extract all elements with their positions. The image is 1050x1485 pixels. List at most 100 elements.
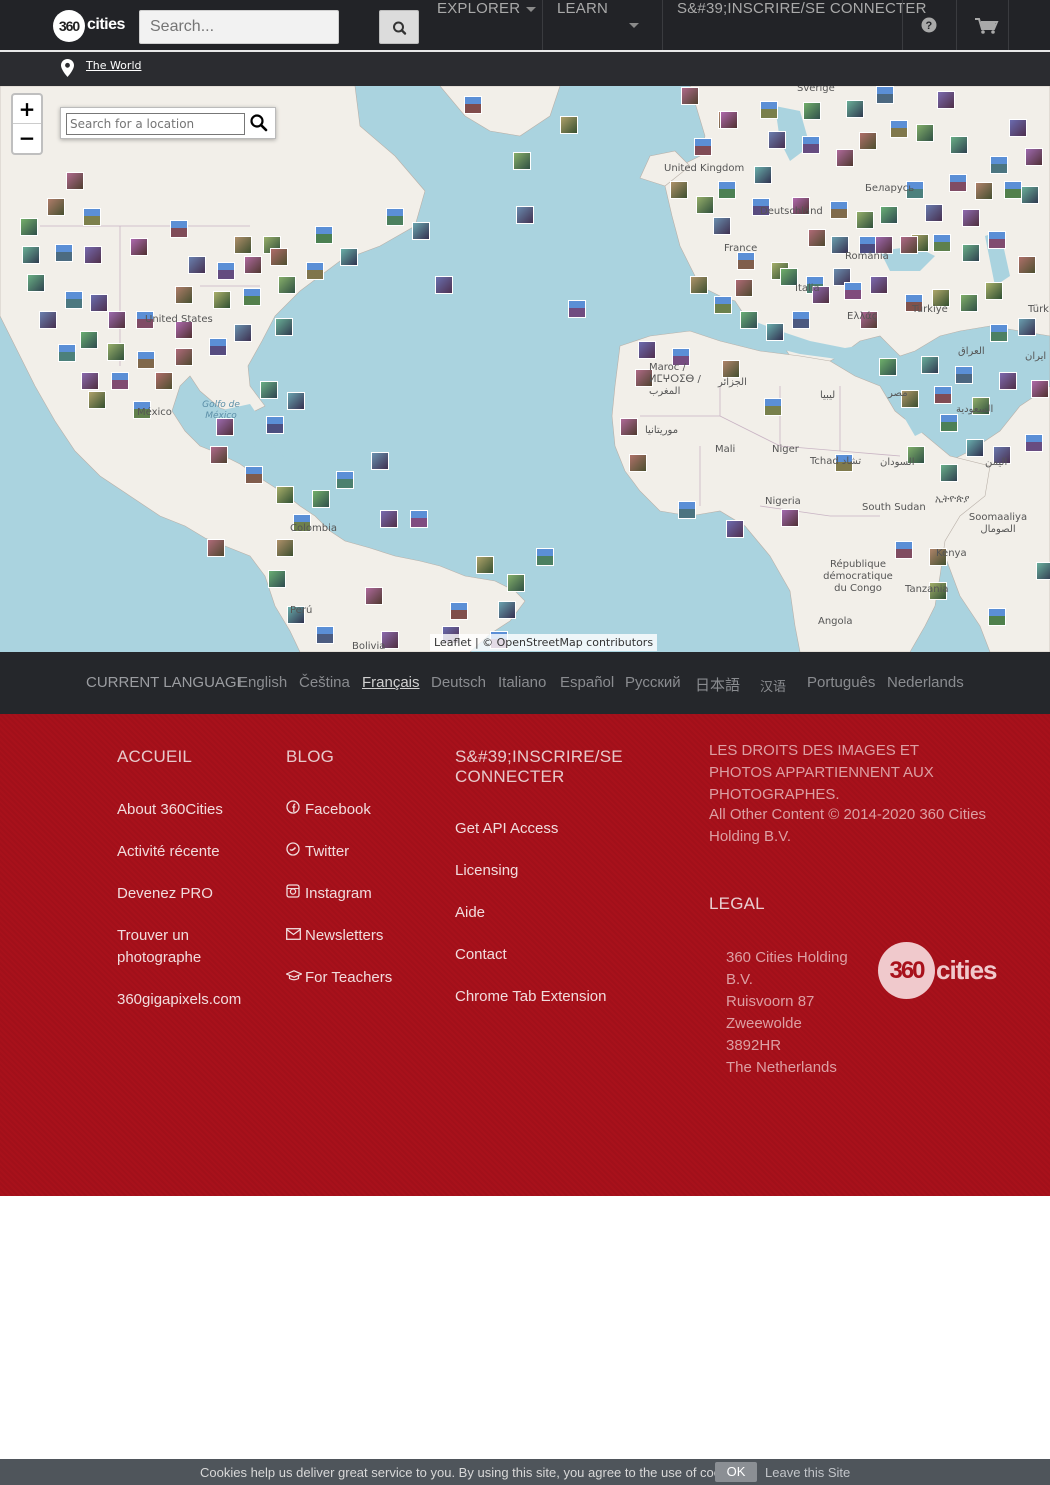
panorama-thumbnail[interactable] [879, 358, 897, 376]
panorama-thumbnail[interactable] [955, 366, 973, 384]
panorama-thumbnail[interactable] [243, 288, 261, 306]
panorama-thumbnail[interactable] [950, 136, 968, 154]
zoom-out-button[interactable]: − [13, 124, 41, 153]
panorama-thumbnail[interactable] [209, 338, 227, 356]
panorama-thumbnail[interactable] [620, 418, 638, 436]
panorama-thumbnail[interactable] [859, 132, 877, 150]
footer-link-api[interactable]: Get API Access [455, 818, 558, 840]
panorama-thumbnail[interactable] [949, 174, 967, 192]
panorama-thumbnail[interactable] [47, 198, 65, 216]
panorama-thumbnail[interactable] [975, 182, 993, 200]
panorama-thumbnail[interactable] [916, 124, 934, 142]
footer-link-newsletters[interactable]: Newsletters [286, 925, 383, 947]
panorama-thumbnail[interactable] [990, 324, 1008, 342]
footer-link-go-pro[interactable]: Devenez PRO [117, 883, 213, 905]
panorama-thumbnail[interactable] [1036, 562, 1050, 580]
cart-button[interactable] [970, 0, 1002, 50]
panorama-thumbnail[interactable] [1004, 181, 1022, 199]
panorama-thumbnail[interactable] [20, 218, 38, 236]
world-map[interactable]: Sverige United Kingdom Deutschland Franc… [0, 86, 1050, 652]
panorama-thumbnail[interactable] [84, 246, 102, 264]
panorama-thumbnail[interactable] [720, 111, 738, 129]
footer-link-contact[interactable]: Contact [455, 944, 507, 966]
site-logo[interactable]: 360 cities [53, 10, 129, 42]
panorama-thumbnail[interactable] [270, 248, 288, 266]
panorama-thumbnail[interactable] [513, 152, 531, 170]
panorama-thumbnail[interactable] [568, 300, 586, 318]
panorama-thumbnail[interactable] [412, 222, 430, 240]
panorama-thumbnail[interactable] [690, 276, 708, 294]
panorama-thumbnail[interactable] [58, 344, 76, 362]
panorama-thumbnail[interactable] [803, 102, 821, 120]
panorama-thumbnail[interactable] [234, 324, 252, 342]
panorama-thumbnail[interactable] [380, 510, 398, 528]
help-button[interactable]: ? [915, 0, 943, 50]
panorama-thumbnail[interactable] [260, 381, 278, 399]
panorama-thumbnail[interactable] [316, 626, 334, 644]
panorama-thumbnail[interactable] [844, 282, 862, 300]
panorama-thumbnail[interactable] [278, 276, 296, 294]
panorama-thumbnail[interactable] [410, 510, 428, 528]
cookie-leave-link[interactable]: Leave this Site [765, 1465, 850, 1480]
footer-heading-accueil[interactable]: ACCUEIL [117, 747, 192, 767]
panorama-thumbnail[interactable] [39, 311, 57, 329]
language-english[interactable]: English [238, 674, 287, 691]
footer-link-instagram[interactable]: Instagram [286, 883, 372, 905]
panorama-thumbnail[interactable] [962, 209, 980, 227]
panorama-thumbnail[interactable] [365, 587, 383, 605]
panorama-thumbnail[interactable] [900, 236, 918, 254]
panorama-thumbnail[interactable] [940, 414, 958, 432]
cookie-ok-button[interactable]: OK [715, 1462, 757, 1482]
panorama-thumbnail[interactable] [111, 372, 129, 390]
language-french[interactable]: Français [362, 674, 420, 691]
panorama-thumbnail[interactable] [713, 217, 731, 235]
panorama-thumbnail[interactable] [336, 471, 354, 489]
panorama-thumbnail[interactable] [933, 234, 951, 252]
panorama-thumbnail[interactable] [245, 466, 263, 484]
panorama-thumbnail[interactable] [925, 204, 943, 222]
panorama-thumbnail[interactable] [81, 372, 99, 390]
panorama-thumbnail[interactable] [507, 574, 525, 592]
footer-heading-signin[interactable]: S&#39;INSCRIRE/SE CONNECTER [455, 747, 625, 787]
panorama-thumbnail[interactable] [766, 323, 784, 341]
panorama-thumbnail[interactable] [22, 246, 40, 264]
panorama-thumbnail[interactable] [764, 398, 782, 416]
panorama-thumbnail[interactable] [498, 601, 516, 619]
language-italian[interactable]: Italiano [498, 674, 546, 691]
panorama-thumbnail[interactable] [999, 372, 1017, 390]
panorama-thumbnail[interactable] [870, 276, 888, 294]
panorama-thumbnail[interactable] [386, 208, 404, 226]
panorama-thumbnail[interactable] [990, 156, 1008, 174]
panorama-thumbnail[interactable] [962, 244, 980, 262]
panorama-thumbnail[interactable] [934, 386, 952, 404]
panorama-thumbnail[interactable] [83, 208, 101, 226]
search-icon[interactable] [249, 113, 269, 133]
panorama-thumbnail[interactable] [108, 311, 126, 329]
panorama-thumbnail[interactable] [276, 486, 294, 504]
panorama-thumbnail[interactable] [66, 172, 84, 190]
panorama-thumbnail[interactable] [27, 274, 45, 292]
panorama-thumbnail[interactable] [476, 556, 494, 574]
panorama-thumbnail[interactable] [213, 291, 231, 309]
panorama-thumbnail[interactable] [88, 391, 106, 409]
location-search-input[interactable] [66, 113, 245, 135]
panorama-thumbnail[interactable] [188, 256, 206, 274]
panorama-thumbnail[interactable] [802, 136, 820, 154]
leaflet-link[interactable]: Leaflet [434, 636, 471, 649]
panorama-thumbnail[interactable] [726, 520, 744, 538]
panorama-thumbnail[interactable] [714, 296, 732, 314]
language-dutch[interactable]: Nederlands [887, 674, 964, 691]
panorama-thumbnail[interactable] [234, 236, 252, 254]
footer-link-about[interactable]: About 360Cities [117, 799, 223, 821]
panorama-thumbnail[interactable] [80, 331, 98, 349]
panorama-thumbnail[interactable] [735, 279, 753, 297]
footer-link-help[interactable]: Aide [455, 902, 485, 924]
panorama-thumbnail[interactable] [175, 286, 193, 304]
panorama-thumbnail[interactable] [170, 220, 188, 238]
panorama-thumbnail[interactable] [65, 291, 83, 309]
panorama-thumbnail[interactable] [268, 570, 286, 588]
panorama-thumbnail[interactable] [1009, 119, 1027, 137]
panorama-thumbnail[interactable] [694, 138, 712, 156]
panorama-thumbnail[interactable] [312, 490, 330, 508]
panorama-thumbnail[interactable] [895, 541, 913, 559]
